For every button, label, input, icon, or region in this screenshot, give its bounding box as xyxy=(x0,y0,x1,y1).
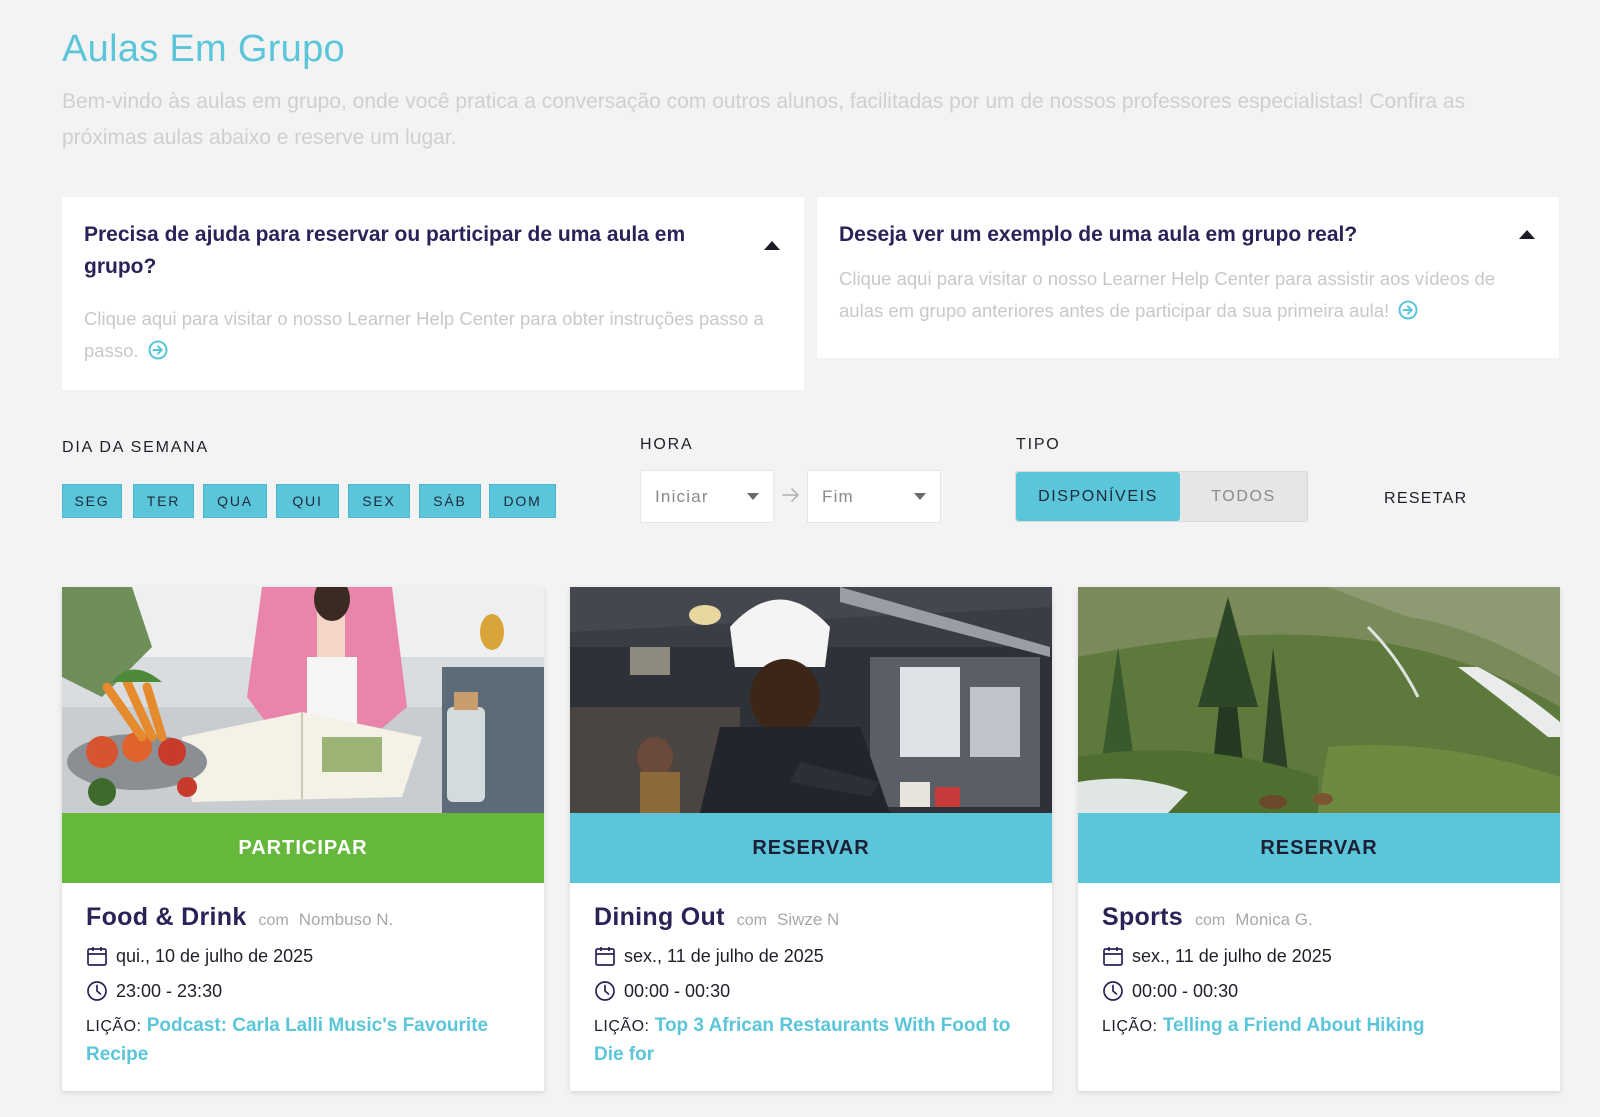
help-card-link[interactable]: Clique aqui para visitar o nosso Learner… xyxy=(84,303,774,367)
page-title: Aulas Em Grupo xyxy=(62,28,345,70)
day-button-qui[interactable]: QUI xyxy=(276,484,339,518)
class-time: 00:00 - 00:30 xyxy=(1132,980,1239,1001)
book-button[interactable]: RESERVAR xyxy=(570,813,1052,883)
lesson-row: LIÇÃO: Top 3 African Restaurants With Fo… xyxy=(594,1012,1028,1069)
day-button-ter[interactable]: TER xyxy=(133,484,194,518)
clock-icon xyxy=(87,981,107,1001)
lesson-label: LIÇÃO: xyxy=(594,1018,650,1035)
help-card-title: Precisa de ajuda para reservar ou partic… xyxy=(84,223,686,278)
class-title: Sports xyxy=(1102,903,1183,931)
clock-icon xyxy=(1103,981,1123,1001)
help-card-title: Deseja ver um exemplo de uma aula em gru… xyxy=(839,223,1358,246)
teacher-name: Siwze N xyxy=(776,910,840,929)
day-button-qua[interactable]: QUA xyxy=(203,484,267,518)
arrow-right-icon xyxy=(782,488,799,502)
help-card-body[interactable]: Clique aqui para visitar o nosso Learner… xyxy=(84,308,764,361)
help-card-link[interactable]: Clique aqui para visitar o nosso Learner… xyxy=(839,263,1539,327)
clock-icon xyxy=(595,981,615,1001)
calendar-icon xyxy=(595,947,615,966)
type-toggle: DISPONÍVEIS TODOS xyxy=(1015,471,1308,522)
class-title: Dining Out xyxy=(594,903,725,931)
class-thumbnail-food xyxy=(62,587,544,813)
lesson-link[interactable]: Top 3 African Restaurants With Food to D… xyxy=(594,1015,1010,1065)
lesson-link[interactable]: Telling a Friend About Hiking xyxy=(1163,1015,1425,1036)
book-button[interactable]: RESERVAR xyxy=(1078,813,1560,883)
lesson-label: LIÇÃO: xyxy=(86,1018,142,1035)
arrow-circle-icon[interactable] xyxy=(1398,300,1418,320)
day-button-seg[interactable]: SEG xyxy=(62,484,122,518)
class-card: PARTICIPAR Food & Drink com Nombuso N. q… xyxy=(62,587,544,1091)
with-label: com xyxy=(258,912,289,929)
class-date: qui., 10 de julho de 2025 xyxy=(116,945,314,966)
join-button[interactable]: PARTICIPAR xyxy=(62,813,544,883)
day-button-dom[interactable]: DOM xyxy=(489,484,556,518)
chevron-down-icon xyxy=(914,493,926,500)
intro-text: Bem-vindo às aulas em grupo, onde você p… xyxy=(62,90,1466,149)
type-option-all[interactable]: TODOS xyxy=(1180,472,1307,521)
teacher-name: Nombuso N. xyxy=(298,910,394,929)
with-label: com xyxy=(736,912,767,929)
teacher-name: Monica G. xyxy=(1235,910,1313,929)
class-date: sex., 11 de julho de 2025 xyxy=(1132,945,1332,966)
calendar-icon xyxy=(1103,947,1123,966)
class-card: RESERVAR Dining Out com Siwze N sex., 11… xyxy=(570,587,1052,1091)
help-card-booking: Precisa de ajuda para reservar ou partic… xyxy=(62,197,804,390)
reset-button[interactable]: RESETAR xyxy=(1384,490,1467,508)
day-filter-label: DIA DA SEMANA xyxy=(62,439,209,456)
class-thumbnail-dining xyxy=(570,587,1052,813)
help-card-example: Deseja ver um exemplo de uma aula em gru… xyxy=(817,197,1559,358)
arrow-circle-icon[interactable] xyxy=(148,340,168,360)
class-time: 00:00 - 00:30 xyxy=(624,980,731,1001)
time-filter-label: HORA xyxy=(640,436,694,453)
lesson-label: LIÇÃO: xyxy=(1102,1018,1158,1035)
calendar-icon xyxy=(87,947,107,966)
lesson-row: LIÇÃO: Telling a Friend About Hiking xyxy=(1102,1012,1536,1041)
class-thumbnail-sports xyxy=(1078,587,1560,813)
lesson-row: LIÇÃO: Podcast: Carla Lalli Music's Favo… xyxy=(86,1012,520,1069)
class-time: 23:00 - 23:30 xyxy=(116,980,223,1001)
chevron-down-icon xyxy=(747,493,759,500)
day-button-sex[interactable]: SEX xyxy=(348,484,410,518)
with-label: com xyxy=(1194,912,1226,929)
start-time-select[interactable]: Iniciar xyxy=(640,470,774,523)
start-time-placeholder: Iniciar xyxy=(655,486,709,506)
type-filter-label: TIPO xyxy=(1016,436,1061,453)
end-time-select[interactable]: Fim xyxy=(807,470,941,523)
end-time-placeholder: Fim xyxy=(822,486,854,506)
class-title: Food & Drink xyxy=(86,903,247,931)
collapse-caret-icon[interactable] xyxy=(764,241,780,250)
day-button-sab[interactable]: SÁB xyxy=(419,484,481,518)
class-card: RESERVAR Sports com Monica G. sex., 11 d… xyxy=(1078,587,1560,1091)
collapse-caret-icon[interactable] xyxy=(1519,230,1535,239)
class-date: sex., 11 de julho de 2025 xyxy=(624,945,824,966)
lesson-link[interactable]: Podcast: Carla Lalli Music's Favourite R… xyxy=(86,1015,488,1065)
help-card-body[interactable]: Clique aqui para visitar o nosso Learner… xyxy=(839,268,1495,321)
type-option-available[interactable]: DISPONÍVEIS xyxy=(1016,472,1180,521)
